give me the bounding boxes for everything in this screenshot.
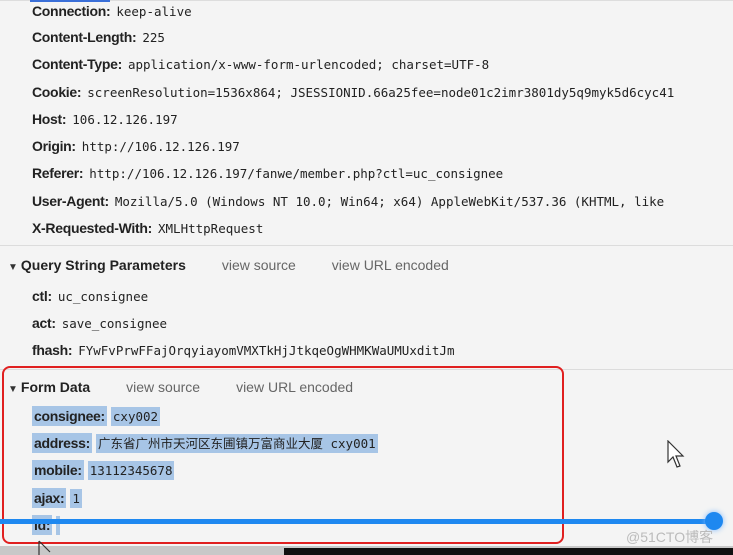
header-row: Connection: keep-alive bbox=[32, 3, 192, 19]
triangle-down-icon[interactable]: ▼ bbox=[8, 262, 18, 273]
view-url-encoded-link[interactable]: view URL encoded bbox=[332, 257, 449, 273]
watermark: @51CTO博客 bbox=[626, 529, 714, 545]
header-row: User-Agent: Mozilla/5.0 (Windows NT 10.0;… bbox=[32, 193, 665, 209]
header-row: Referer: http://106.12.126.197/fanwe/memb… bbox=[32, 165, 504, 181]
query-param-row: ctl: uc_consignee bbox=[32, 288, 149, 304]
view-source-link[interactable]: view source bbox=[222, 257, 296, 273]
header-row: Cookie: screenResolution=1536x864; JSESSI… bbox=[32, 84, 675, 100]
video-progress-bar[interactable] bbox=[0, 519, 716, 524]
header-row: X-Requested-With: XMLHttpRequest bbox=[32, 220, 264, 236]
highlight-box bbox=[2, 366, 564, 544]
query-string-section-header[interactable]: ▼ Query String Parameters view source view … bbox=[8, 255, 449, 275]
header-row: Host: 106.12.126.197 bbox=[32, 111, 178, 127]
mouse-cursor-icon bbox=[667, 440, 685, 468]
section-divider bbox=[0, 245, 733, 246]
query-param-row: fhash: FYwFvPrwFFajOrqyiayomVMXTkHjJtkqeO… bbox=[32, 342, 455, 358]
header-row: Content-Type: application/x-www-form-urle… bbox=[32, 56, 490, 72]
query-param-row: act: save_consignee bbox=[32, 315, 168, 331]
mouse-cursor-icon bbox=[38, 540, 51, 555]
header-row: Origin: http://106.12.126.197 bbox=[32, 138, 240, 154]
header-row: Content-Length: 225 bbox=[32, 29, 165, 45]
bottom-dark-bar bbox=[284, 548, 733, 555]
